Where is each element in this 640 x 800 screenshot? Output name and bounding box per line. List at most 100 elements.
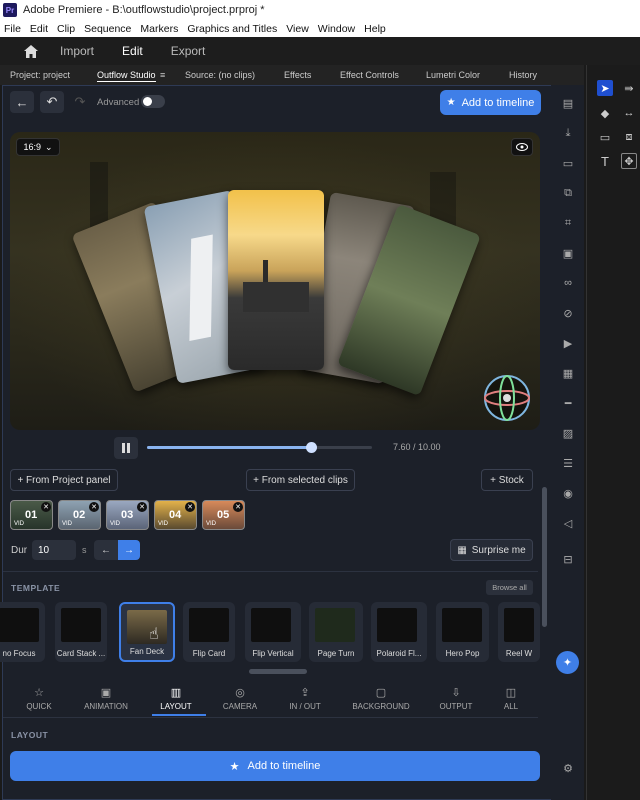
template-fan-deck[interactable]: ☝ Fan Deck	[119, 602, 175, 662]
clip-thumb-05[interactable]: 05 VID ✕	[202, 500, 245, 530]
menu-help[interactable]: Help	[364, 23, 386, 35]
tab-outflow-studio[interactable]: Outflow Studio	[97, 70, 156, 82]
menu-window[interactable]: Window	[318, 23, 355, 35]
menu-edit[interactable]: Edit	[30, 23, 48, 35]
toolbox-icon[interactable]: ⊟	[560, 551, 576, 567]
pause-button[interactable]	[114, 437, 138, 459]
premiere-tools-panel: ➤ ⇛ ◆ ↔ ▭ ⧈ T ✥	[586, 65, 640, 800]
preview-visibility-button[interactable]	[511, 138, 533, 156]
tab-camera[interactable]: ◎ CAMERA	[218, 686, 262, 711]
tab-source[interactable]: Source: (no clips)	[185, 70, 255, 80]
image-icon[interactable]: ▨	[560, 425, 576, 441]
remove-clip-icon[interactable]: ✕	[89, 502, 99, 512]
hand-tool-icon[interactable]: ✥	[621, 153, 637, 169]
rectangle-tool-icon[interactable]: ▭	[597, 129, 613, 145]
stock-button[interactable]: + Stock	[481, 469, 533, 491]
workspace-edit[interactable]: Edit	[122, 44, 143, 58]
menu-clip[interactable]: Clip	[57, 23, 75, 35]
link-icon[interactable]: ∞	[560, 275, 576, 291]
remove-clip-icon[interactable]: ✕	[41, 502, 51, 512]
clip-thumb-02[interactable]: 02 VID ✕	[58, 500, 101, 530]
import-icon[interactable]: ⤓	[560, 125, 576, 141]
tab-lumetri-color[interactable]: Lumetri Color	[426, 70, 480, 80]
tab-effects[interactable]: Effects	[284, 70, 311, 80]
ripple-edit-icon[interactable]: ↔	[621, 105, 637, 121]
tab-quick[interactable]: ☆ QUICK	[22, 686, 56, 711]
menu-markers[interactable]: Markers	[140, 23, 178, 35]
menu-view[interactable]: View	[286, 23, 309, 35]
template-hero-pop[interactable]: Hero Pop	[436, 602, 489, 662]
sparkle-ai-button[interactable]: ✦	[556, 651, 579, 674]
frame-icon[interactable]: ▣	[560, 245, 576, 261]
camera-icon[interactable]: ◉	[560, 485, 576, 501]
clip-thumb-01[interactable]: 01 VID ✕	[10, 500, 53, 530]
menu-sequence[interactable]: Sequence	[84, 23, 131, 35]
preview-canvas[interactable]: 16:9 ⌄	[10, 132, 540, 430]
clip-thumb-04[interactable]: 04 VID ✕	[154, 500, 197, 530]
panel-menu-icon[interactable]: ≡	[160, 70, 165, 80]
minus-icon[interactable]: ━	[560, 395, 576, 411]
tab-in-out[interactable]: ⇪ IN / OUT	[282, 686, 328, 711]
workspace-export[interactable]: Export	[171, 44, 206, 58]
tab-all[interactable]: ◫ ALL	[498, 686, 524, 711]
duration-input[interactable]: 10	[32, 540, 76, 560]
template-polaroid[interactable]: Polaroid Fl...	[371, 602, 427, 662]
camera-orbit-gizmo[interactable]	[483, 374, 531, 422]
menu-graphics[interactable]: Graphics and Titles	[187, 23, 277, 35]
razor-tool-icon[interactable]: ◆	[597, 105, 613, 121]
clip-thumb-03[interactable]: 03 VID ✕	[106, 500, 149, 530]
panel-scrollbar[interactable]	[542, 487, 547, 627]
template-flip-card[interactable]: Flip Card	[183, 602, 235, 662]
tab-effect-controls[interactable]: Effect Controls	[340, 70, 399, 80]
speaker-icon[interactable]: ◁	[560, 515, 576, 531]
caption-icon[interactable]: ▭	[560, 155, 576, 171]
star-outline-icon: ☆	[34, 687, 44, 699]
add-to-timeline-top-button[interactable]: ★ Add to timeline	[440, 90, 541, 115]
settings-gear-icon[interactable]: ⚙	[560, 760, 576, 776]
tab-history[interactable]: History	[509, 70, 537, 80]
workspace-import[interactable]: Import	[60, 44, 94, 58]
template-page-turn[interactable]: Page Turn	[309, 602, 363, 662]
remove-clip-icon[interactable]: ✕	[137, 502, 147, 512]
clipboard-icon[interactable]: ▤	[560, 95, 576, 111]
direction-right-button[interactable]: →	[118, 540, 140, 560]
tab-layout[interactable]: ▥ LAYOUT	[152, 686, 200, 711]
remove-clip-icon[interactable]: ✕	[233, 502, 243, 512]
browse-all-button[interactable]: Browse all	[486, 580, 533, 595]
from-selected-clips-button[interactable]: + From selected clips	[246, 469, 355, 491]
home-icon[interactable]	[24, 44, 38, 58]
remove-clip-icon[interactable]: ✕	[185, 502, 195, 512]
crop-icon[interactable]: ⌗	[560, 215, 576, 231]
direction-left-button[interactable]: ←	[94, 540, 118, 560]
toggle-knob	[143, 97, 152, 106]
template-scrollbar[interactable]	[249, 669, 307, 674]
tab-output[interactable]: ⇩ OUTPUT	[434, 686, 478, 711]
add-to-timeline-bottom-button[interactable]: ★ Add to timeline	[10, 751, 540, 781]
surprise-me-button[interactable]: ▦ Surprise me	[450, 539, 533, 561]
from-project-panel-button[interactable]: + From Project panel	[10, 469, 118, 491]
slip-tool-icon[interactable]: ⧈	[621, 129, 637, 145]
type-tool-icon[interactable]: T	[597, 153, 613, 169]
aspect-ratio-dropdown[interactable]: 16:9 ⌄	[16, 138, 60, 156]
undo-button[interactable]: ↶	[40, 91, 64, 113]
tab-background[interactable]: ▢ BACKGROUND	[348, 686, 414, 711]
back-button[interactable]: ←	[10, 91, 34, 113]
menu-file[interactable]: File	[4, 23, 21, 35]
advanced-toggle[interactable]	[141, 95, 165, 108]
template-no-focus[interactable]: no Focus	[0, 602, 45, 662]
template-card-stack[interactable]: Card Stack ...	[55, 602, 107, 662]
template-reel-wall[interactable]: Reel W	[498, 602, 540, 662]
scrub-track[interactable]	[147, 442, 372, 453]
track-select-icon[interactable]: ⇛	[621, 80, 637, 96]
video-icon[interactable]: ▶	[560, 335, 576, 351]
layers-icon[interactable]: ⧉	[560, 185, 576, 201]
redo-button[interactable]: ↷	[68, 91, 92, 113]
tab-animation[interactable]: ▣ ANIMATION	[78, 686, 134, 711]
film-icon: ▣	[100, 687, 112, 699]
selection-tool-icon[interactable]: ➤	[597, 80, 613, 96]
template-flip-vertical[interactable]: Flip Vertical	[245, 602, 301, 662]
tab-project[interactable]: Project: project	[10, 70, 70, 80]
block-icon[interactable]: ⊘	[560, 305, 576, 321]
grid-icon[interactable]: ▦	[560, 365, 576, 381]
text-doc-icon[interactable]: ☰	[560, 455, 576, 471]
